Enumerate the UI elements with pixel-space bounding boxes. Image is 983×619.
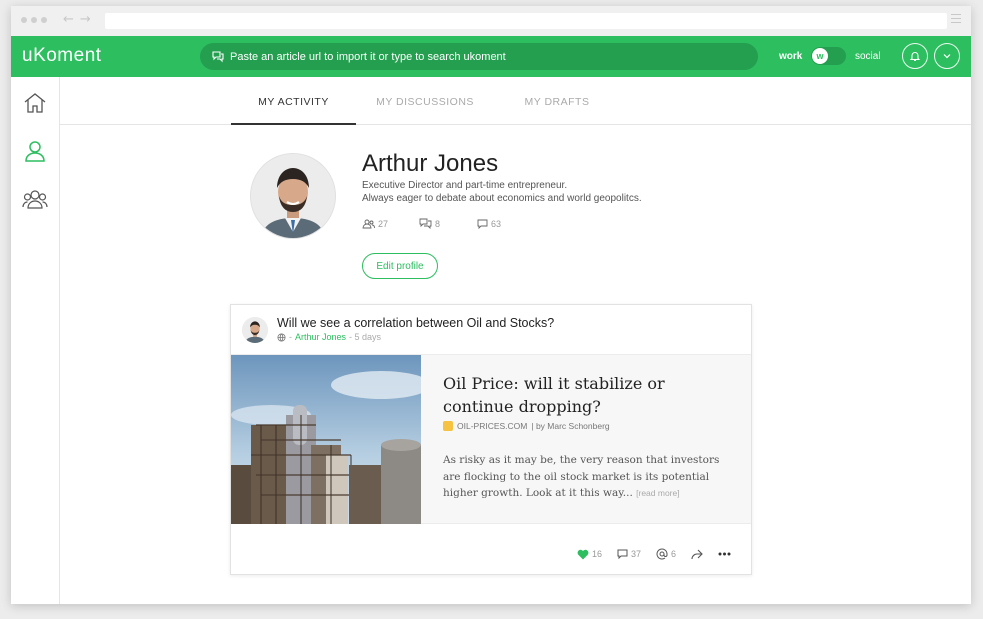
window-dot-icon[interactable]: [41, 17, 47, 23]
bell-icon: [909, 52, 921, 61]
followers-count: 27: [378, 218, 389, 229]
heart-icon: [577, 549, 589, 559]
activity-post-card: Will we see a correlation between Oil an…: [230, 304, 752, 575]
post-title[interactable]: Will we see a correlation between Oil an…: [277, 316, 554, 330]
app-window: ←→ uKoment work w social: [11, 6, 971, 604]
post-author-link[interactable]: Arthur Jones: [295, 332, 346, 342]
followers-stat[interactable]: 27: [362, 218, 419, 229]
profile-stats: 27 8 63: [362, 218, 501, 229]
profile-bio-line: Always eager to debate about economics a…: [362, 192, 642, 204]
profile-avatar: [251, 154, 335, 238]
article-title[interactable]: Oil Price: will it stabilize or continue…: [443, 372, 723, 418]
article-preview: Oil Price: will it stabilize or continue…: [421, 355, 751, 524]
home-icon: [24, 93, 46, 113]
sidebar-item-home[interactable]: [22, 90, 48, 116]
profile-name: Arthur Jones: [362, 150, 499, 177]
activity-tabs: MY ACTIVITY MY DISCUSSIONS MY DRAFTS: [60, 77, 971, 125]
post-meta: - Arthur Jones - 5 days: [277, 332, 381, 342]
search-bar[interactable]: [200, 43, 758, 70]
sidebar: [11, 77, 60, 604]
globe-icon: [277, 332, 286, 342]
discussions-count: 8: [435, 218, 441, 229]
work-social-toggle[interactable]: w: [811, 47, 846, 65]
window-dot-icon[interactable]: [31, 17, 37, 23]
top-bar: uKoment work w social: [11, 36, 971, 77]
mode-work-label: work: [779, 51, 803, 62]
sidebar-item-profile[interactable]: [22, 138, 48, 164]
chevron-down-icon: [943, 54, 951, 59]
people-icon: [362, 219, 375, 228]
post-header: Will we see a correlation between Oil an…: [231, 305, 751, 355]
mention-count: 6: [670, 549, 676, 559]
at-sign-icon: [656, 548, 668, 560]
tab-my-activity[interactable]: MY ACTIVITY: [231, 77, 356, 125]
post-age: - 5 days: [349, 332, 382, 342]
post-meta-separator: -: [289, 332, 292, 342]
source-logo-icon: [443, 421, 453, 431]
article-thumbnail[interactable]: [231, 355, 421, 524]
address-bar[interactable]: [105, 13, 947, 29]
group-icon: [22, 190, 48, 209]
profile-bio: Executive Director and part-time entrepr…: [362, 180, 642, 205]
profile-bio-line: Executive Director and part-time entrepr…: [362, 180, 568, 191]
discussion-icon: [212, 51, 224, 63]
like-count: 16: [591, 549, 602, 559]
person-portrait-icon: [242, 317, 268, 343]
search-input[interactable]: [230, 43, 740, 70]
mode-social-label: social: [855, 51, 881, 62]
comment-icon: [617, 549, 628, 559]
toggle-knob: w: [812, 48, 828, 64]
discussions-stat[interactable]: 8: [419, 218, 477, 229]
sidebar-item-groups[interactable]: [22, 186, 48, 212]
article-source-name[interactable]: OIL-PRICES.COM: [457, 421, 527, 431]
article-excerpt: As risky as it may be, the very reason t…: [443, 452, 731, 502]
post-actions: 16 37 6: [577, 548, 731, 560]
notifications-button[interactable]: [902, 43, 928, 69]
window-controls: [21, 17, 47, 23]
browser-nav-arrows-icon[interactable]: ←→: [63, 12, 97, 27]
share-button[interactable]: [691, 549, 703, 560]
comments-count: 63: [491, 218, 502, 229]
account-menu-button[interactable]: [934, 43, 960, 69]
comments-stat[interactable]: 63: [477, 218, 501, 229]
comment-count: 37: [630, 549, 641, 559]
comment-button[interactable]: 37: [617, 549, 641, 559]
like-button[interactable]: 16: [577, 549, 602, 560]
browser-chrome: ←→: [11, 6, 971, 36]
share-arrow-icon: [691, 549, 703, 559]
tab-my-drafts[interactable]: MY DRAFTS: [516, 77, 598, 125]
more-options-button[interactable]: [718, 552, 731, 556]
more-dots-icon: [718, 552, 731, 556]
article-byline: | by Marc Schonberg: [531, 421, 610, 431]
app-logo[interactable]: uKoment: [22, 45, 102, 67]
user-icon: [25, 141, 45, 162]
browser-menu-icon[interactable]: [951, 14, 961, 26]
article-source: OIL-PRICES.COM | by Marc Schonberg: [443, 421, 610, 431]
person-portrait-icon: [251, 154, 335, 238]
discussion-icon: [419, 218, 432, 229]
edit-profile-button[interactable]: Edit profile: [362, 253, 438, 279]
refinery-image: [231, 355, 421, 524]
window-dot-icon[interactable]: [21, 17, 27, 23]
comment-icon: [477, 219, 488, 229]
post-author-avatar[interactable]: [242, 317, 268, 343]
read-more-link[interactable]: [read more]: [636, 488, 679, 498]
tab-my-discussions[interactable]: MY DISCUSSIONS: [366, 77, 484, 125]
mention-button[interactable]: 6: [656, 548, 676, 560]
